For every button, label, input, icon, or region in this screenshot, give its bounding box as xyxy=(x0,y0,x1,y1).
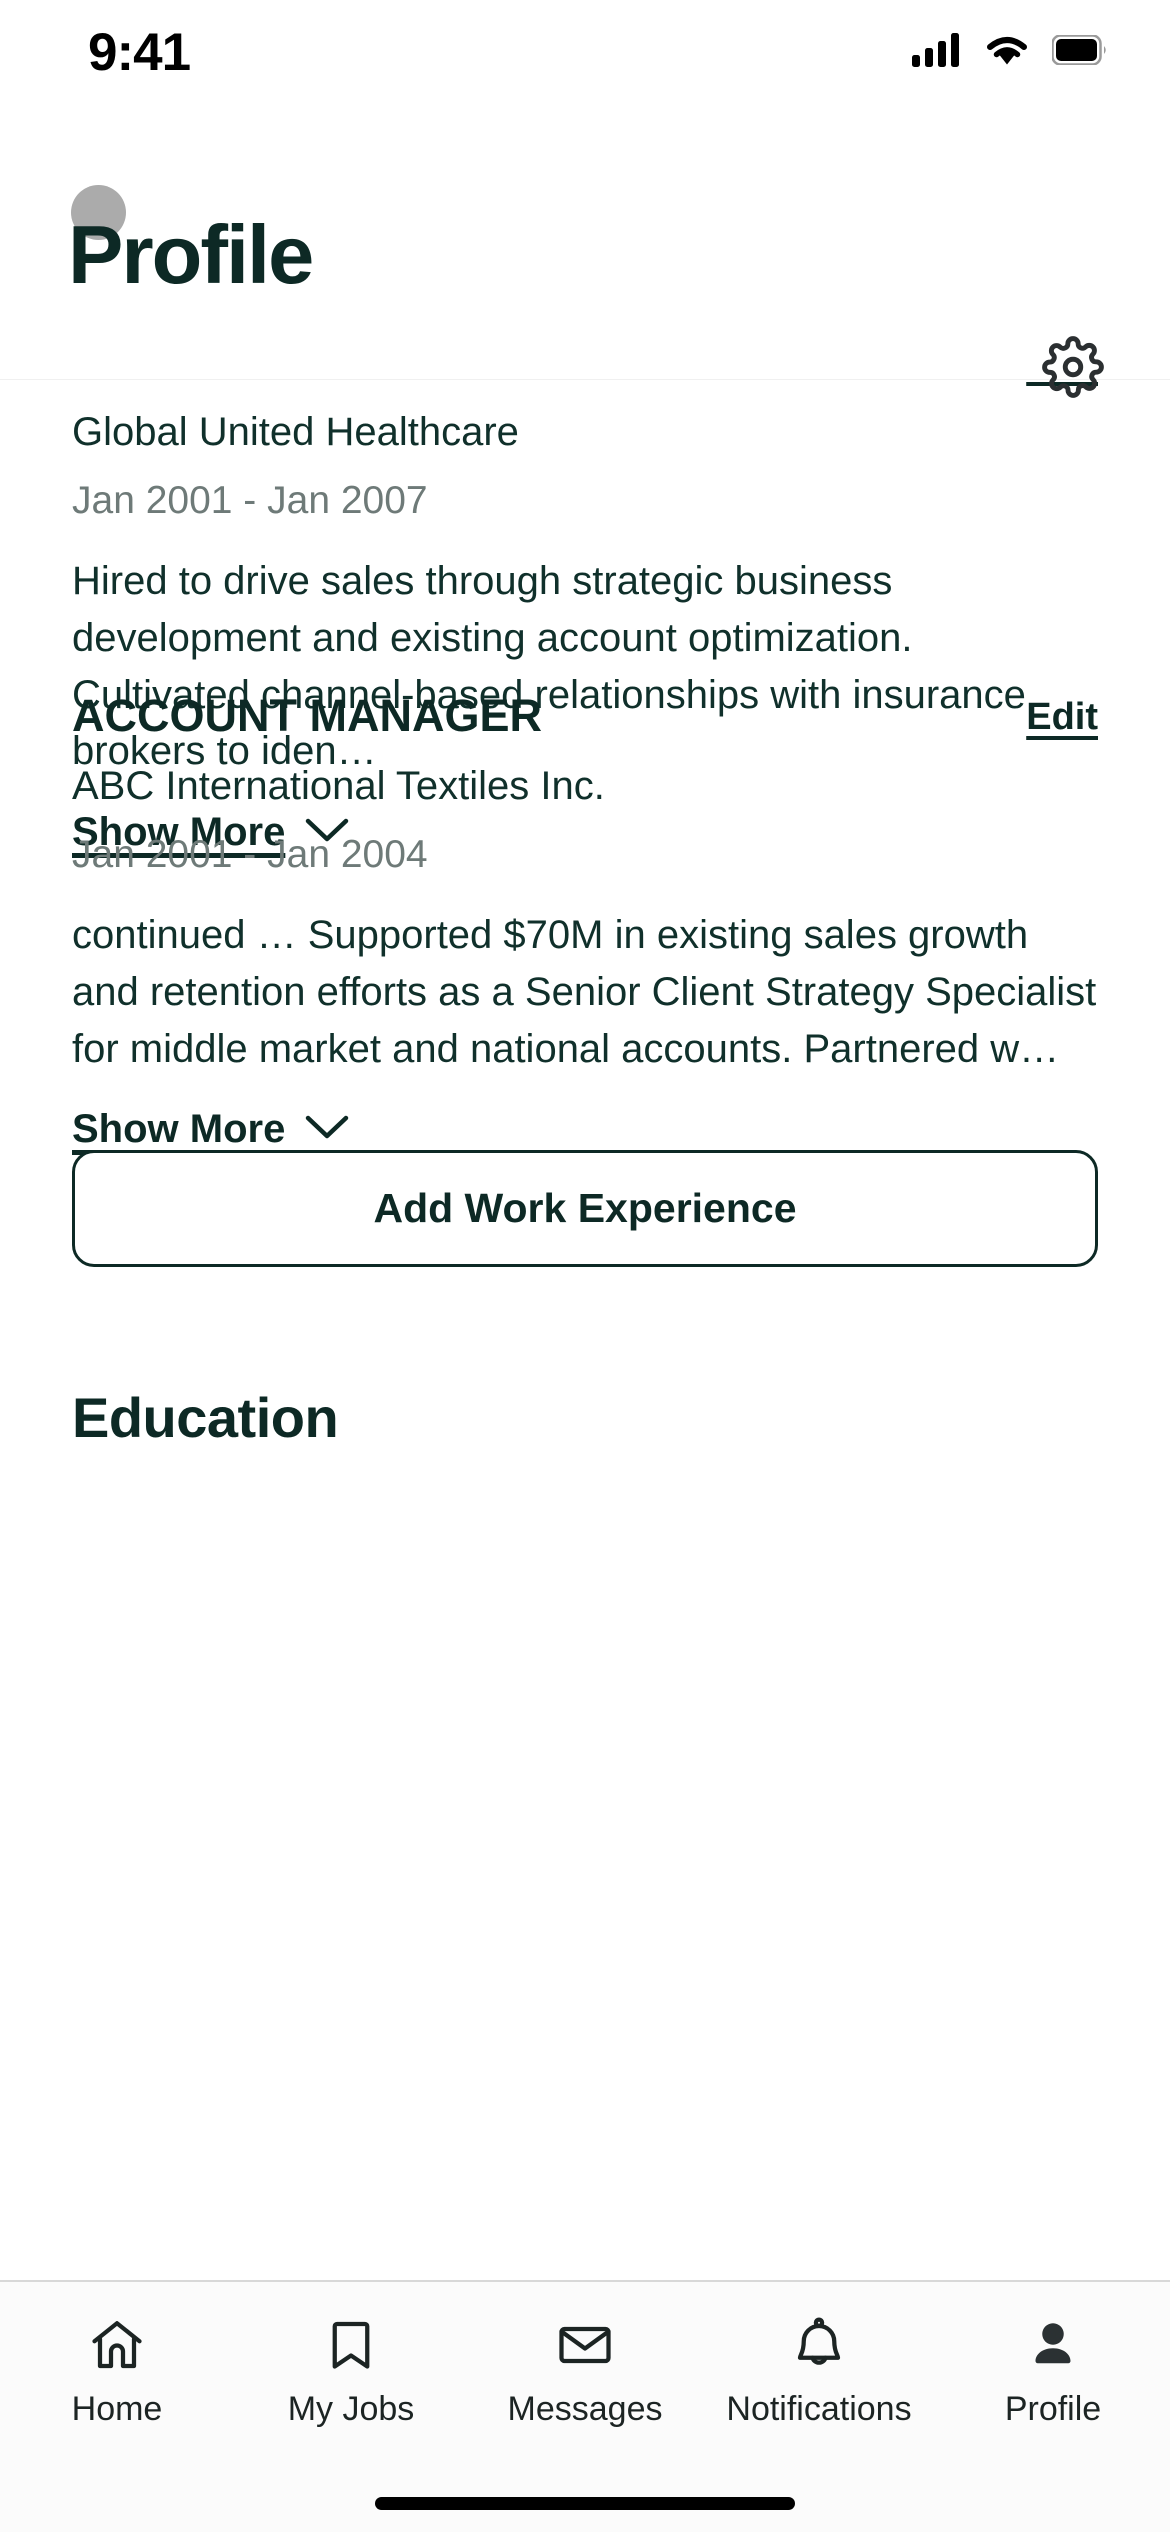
home-icon xyxy=(87,2314,147,2376)
add-work-experience-button[interactable]: Add Work Experience xyxy=(72,1150,1098,1267)
chevron-down-icon xyxy=(305,1114,349,1145)
job-description: continued … Supported $70M in existing s… xyxy=(72,913,1097,1071)
show-more-button[interactable]: Show More xyxy=(72,1107,349,1152)
job-dates: Jan 2001 - Jan 2004 xyxy=(72,833,428,877)
cellular-signal-icon xyxy=(912,33,962,72)
show-more-label: Show More xyxy=(72,1107,286,1152)
home-indicator xyxy=(375,2497,795,2510)
tab-messages[interactable]: Messages xyxy=(468,2314,702,2426)
scroll-content[interactable]: NEW BUSINESS MANAGER Edit Global United … xyxy=(0,338,1170,2250)
tab-label: Messages xyxy=(507,2390,663,2428)
tab-notifications[interactable]: Notifications xyxy=(702,2314,936,2426)
job-title: ACCOUNT MANAGER xyxy=(72,690,542,741)
bottom-tab-bar: Home My Jobs Messages Notifications Prof… xyxy=(0,2280,1170,2532)
person-filled-icon xyxy=(1023,2314,1083,2376)
tab-profile[interactable]: Profile xyxy=(936,2314,1170,2426)
gear-icon xyxy=(1042,335,1104,401)
job-dates: Jan 2001 - Jan 2007 xyxy=(72,479,428,523)
wifi-icon xyxy=(984,33,1030,72)
battery-icon xyxy=(1051,34,1108,70)
bookmark-icon xyxy=(321,2314,381,2376)
work-experience-entry: ACCOUNT MANAGER Edit ABC International T… xyxy=(72,692,1098,1152)
status-bar-indicators xyxy=(912,33,1108,72)
tab-label: Profile xyxy=(1004,2390,1102,2428)
work-entry-header: ACCOUNT MANAGER Edit xyxy=(72,690,1098,741)
status-bar-time: 9:41 xyxy=(88,23,191,82)
edit-link[interactable]: Edit xyxy=(1026,696,1098,739)
page-title: Profile xyxy=(68,208,314,301)
tab-home[interactable]: Home xyxy=(0,2314,234,2426)
tab-label: My Jobs xyxy=(287,2390,415,2428)
settings-button[interactable] xyxy=(1038,333,1108,403)
education-section-heading: Education xyxy=(72,1386,339,1449)
job-company: ABC International Textiles Inc. xyxy=(72,764,605,809)
job-company: Global United Healthcare xyxy=(72,410,519,455)
bell-icon xyxy=(789,2314,849,2376)
tab-label: Home xyxy=(71,2390,163,2428)
page-header: Profile xyxy=(0,105,1170,398)
tab-label: Notifications xyxy=(726,2390,912,2428)
envelope-icon xyxy=(555,2314,615,2376)
status-bar: 9:41 xyxy=(0,0,1170,105)
tab-my-jobs[interactable]: My Jobs xyxy=(234,2314,468,2426)
